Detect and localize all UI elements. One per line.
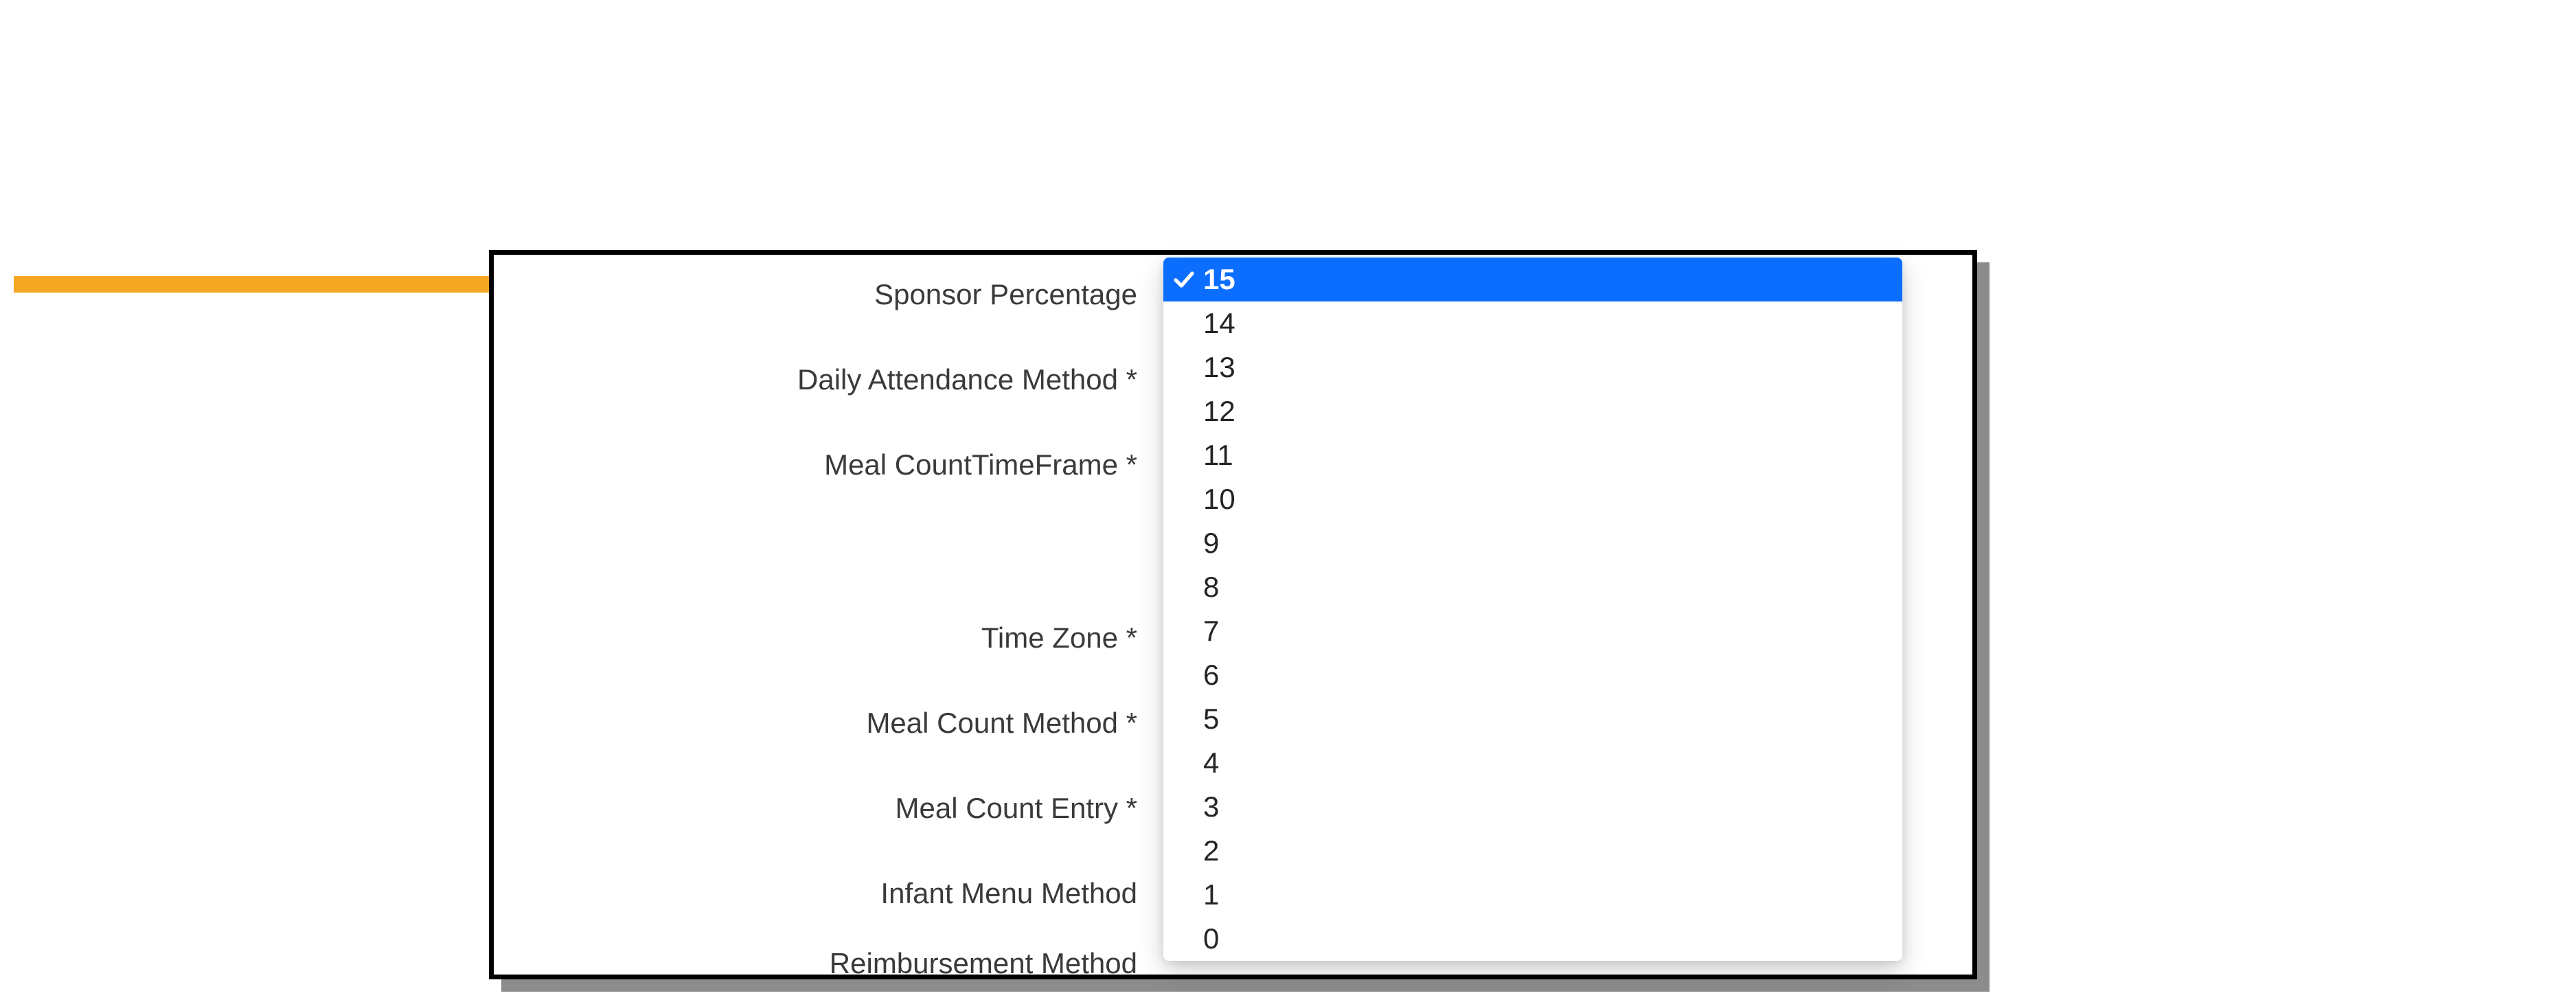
dropdown-option-label: 8	[1203, 573, 1219, 602]
sponsor-percentage-dropdown[interactable]: 1514131211109876543210	[1163, 258, 1902, 961]
dropdown-option[interactable]: 15	[1163, 258, 1902, 301]
dropdown-option-label: 4	[1203, 749, 1219, 777]
dropdown-option-label: 12	[1203, 397, 1235, 426]
dropdown-option[interactable]: 14	[1163, 301, 1902, 345]
label-daily-attendance-method: Daily Attendance Method *	[510, 363, 1148, 396]
dropdown-option[interactable]: 8	[1163, 565, 1902, 609]
label-meal-count-entry: Meal Count Entry *	[510, 792, 1148, 825]
dropdown-option-label: 10	[1203, 485, 1235, 514]
dropdown-option[interactable]: 5	[1163, 697, 1902, 741]
dropdown-option[interactable]: 7	[1163, 609, 1902, 653]
dropdown-option-label: 0	[1203, 924, 1219, 953]
dropdown-option-label: 5	[1203, 705, 1219, 733]
dropdown-option-label: 6	[1203, 661, 1219, 690]
dropdown-option[interactable]: 12	[1163, 389, 1902, 433]
dropdown-option[interactable]: 13	[1163, 345, 1902, 389]
dropdown-option-label: 15	[1203, 265, 1235, 294]
dropdown-option-label: 11	[1203, 441, 1233, 470]
dropdown-option[interactable]: 9	[1163, 521, 1902, 565]
dropdown-option[interactable]: 11	[1163, 433, 1902, 477]
label-infant-menu-method: Infant Menu Method	[510, 877, 1148, 910]
form-label-column: Sponsor Percentage Daily Attendance Meth…	[494, 255, 1148, 975]
dropdown-option-label: 2	[1203, 836, 1219, 865]
label-reimbursement-method: Reimbursement Method	[510, 947, 1148, 980]
dropdown-option-label: 7	[1203, 617, 1219, 646]
dropdown-option[interactable]: 6	[1163, 653, 1902, 697]
label-meal-count-timeframe: Meal CountTimeFrame *	[510, 448, 1148, 481]
dropdown-option-label: 3	[1203, 793, 1219, 821]
label-sponsor-percentage: Sponsor Percentage	[510, 278, 1148, 311]
screenshot-canvas: Sponsor Percentage Daily Attendance Meth…	[0, 0, 2576, 1002]
check-icon	[1172, 267, 1196, 292]
settings-form-card: Sponsor Percentage Daily Attendance Meth…	[489, 250, 1977, 979]
label-time-zone: Time Zone *	[510, 622, 1148, 654]
dropdown-option[interactable]: 3	[1163, 785, 1902, 829]
dropdown-option-label: 1	[1203, 880, 1219, 909]
dropdown-option[interactable]: 0	[1163, 917, 1902, 961]
dropdown-option[interactable]: 10	[1163, 477, 1902, 521]
dropdown-option-label: 13	[1203, 353, 1235, 382]
label-meal-count-method: Meal Count Method *	[510, 707, 1148, 740]
dropdown-option-label: 14	[1203, 309, 1235, 338]
dropdown-option-label: 9	[1203, 529, 1219, 558]
dropdown-option[interactable]: 2	[1163, 829, 1902, 873]
dropdown-option[interactable]: 4	[1163, 741, 1902, 785]
dropdown-option[interactable]: 1	[1163, 873, 1902, 917]
